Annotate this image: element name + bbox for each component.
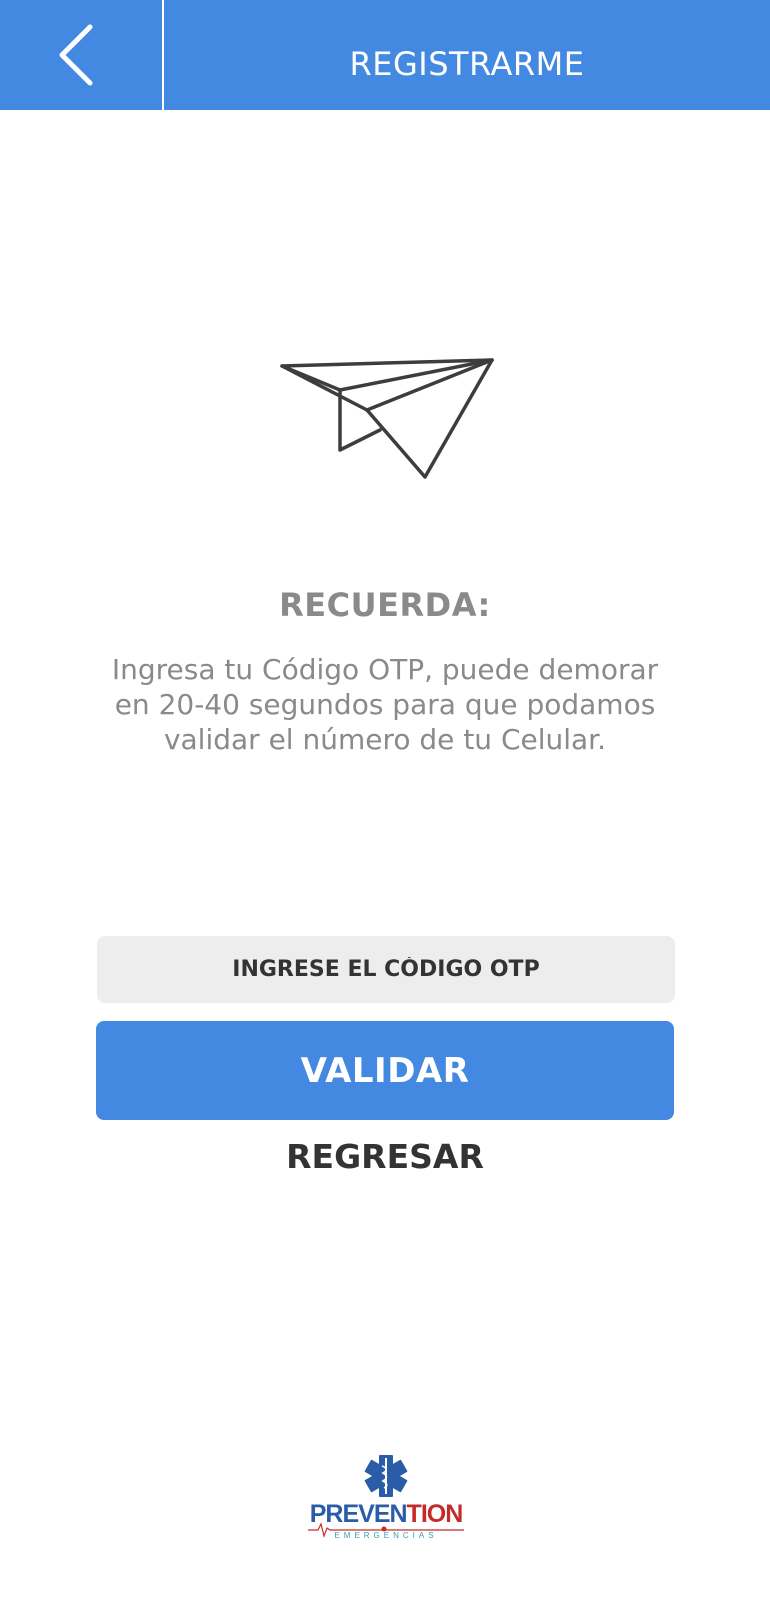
logo-wordmark: PREVENTION bbox=[306, 1500, 466, 1529]
chevron-left-icon bbox=[59, 24, 93, 86]
prevention-logo: PREVENTION EMERGENCIAS bbox=[306, 1450, 466, 1540]
otp-verification-screen: REGISTRARME RECUERDA: Ingresa tu Código … bbox=[0, 0, 770, 1622]
back-button[interactable] bbox=[0, 0, 162, 110]
logo-word-part1: PREVEN bbox=[309, 1500, 408, 1528]
reminder-message: Ingresa tu Código OTP, puede demorar en … bbox=[111, 653, 659, 756]
paper-plane-icon bbox=[280, 358, 494, 479]
star-of-life-icon bbox=[364, 1455, 408, 1497]
app-header: REGISTRARME bbox=[0, 0, 770, 110]
page-title: REGISTRARME bbox=[349, 45, 585, 83]
reminder-heading: RECUERDA: bbox=[279, 586, 491, 624]
back-link[interactable]: REGRESAR bbox=[235, 1137, 535, 1187]
logo-word-part2: TION bbox=[406, 1500, 464, 1528]
logo-subtitle: EMERGENCIAS bbox=[334, 1531, 438, 1540]
otp-code-input[interactable] bbox=[97, 936, 675, 1003]
validate-button[interactable]: VALIDAR bbox=[96, 1021, 674, 1120]
